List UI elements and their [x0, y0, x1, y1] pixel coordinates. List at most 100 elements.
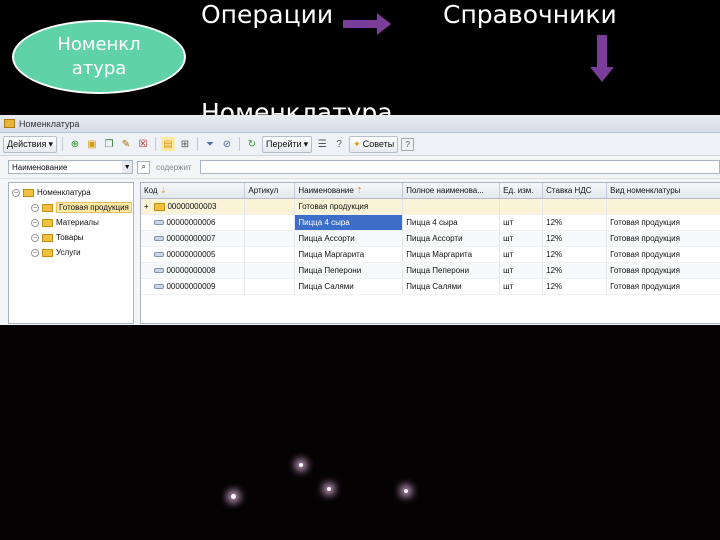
cell-kind: Готовая продукция: [606, 278, 720, 295]
tree-item-materials[interactable]: − Материалы: [31, 216, 99, 229]
cell-article: [244, 262, 296, 279]
table-row[interactable]: 00000000005 Пицца Маргарита Пицца Маргар…: [141, 246, 720, 263]
collapse-icon[interactable]: −: [12, 188, 20, 197]
refresh-icon[interactable]: ↻: [245, 137, 259, 151]
cell-name: Готовая продукция: [294, 198, 404, 215]
add-group-icon[interactable]: ▣: [85, 137, 99, 151]
column-header-kind[interactable]: Вид номенклатуры: [606, 183, 720, 199]
cell-full-name: Пицца Салями: [402, 278, 501, 295]
list-icon[interactable]: ☰: [315, 137, 329, 151]
tree-icon[interactable]: ⊞: [178, 137, 192, 151]
hierarchy-icon[interactable]: ▤: [160, 137, 175, 151]
cell-unit: шт: [499, 246, 544, 263]
goto-label: Перейти: [265, 139, 302, 149]
folder-icon: [42, 203, 53, 212]
table-row[interactable]: 00000000006 Пицца 4 сыра Пицца 4 сыра шт…: [141, 214, 720, 231]
search-icon[interactable]: ⌕: [137, 160, 151, 174]
cell-article: [244, 278, 296, 295]
nomenclature-badge: Номенкл атура: [12, 20, 186, 94]
actions-label: Действия: [7, 139, 47, 149]
tree-item-finished-products[interactable]: − Готовая продукция: [31, 201, 132, 214]
search-bar: Наименование ▼ ⌕ содержит: [0, 156, 720, 179]
chevron-down-icon: ▼: [122, 161, 133, 173]
cell-code: 00000000008: [166, 266, 216, 275]
search-field-value: Наименование: [12, 162, 68, 172]
help-icon[interactable]: ?: [332, 137, 346, 151]
folder-icon: [154, 202, 166, 211]
tree-item-goods[interactable]: − Товары: [31, 231, 84, 244]
table-row[interactable]: 00000000009 Пицца Салями Пицца Салями шт…: [141, 278, 720, 295]
cell-name: Пицца Маргарита: [294, 246, 404, 263]
search-field-select[interactable]: Наименование ▼: [8, 160, 134, 174]
folder-icon: [42, 248, 53, 257]
cell-unit: шт: [499, 262, 544, 279]
tips-button[interactable]: ✦ Советы: [349, 135, 399, 153]
sparkle-dot: [299, 463, 303, 467]
cell-full-name: Пицца Ассорти: [402, 230, 501, 247]
table-row[interactable]: 00000000007 Пицца Ассорти Пицца Ассорти …: [141, 230, 720, 247]
cell-code: 00000000007: [166, 234, 216, 243]
tree-item-services[interactable]: − Услуги: [31, 246, 81, 259]
cell-full-name: Пицца Маргарита: [402, 246, 501, 263]
column-header-name[interactable]: Наименование ⇡: [294, 183, 404, 199]
sparkle-dot: [231, 494, 236, 499]
item-icon: [154, 252, 165, 257]
menu-path-directories: Справочники: [443, 0, 617, 29]
collapse-icon[interactable]: −: [31, 233, 39, 242]
cell-kind: Готовая продукция: [606, 214, 720, 231]
cell-name: Пицца Ассорти: [294, 230, 404, 247]
cell-code: 00000000009: [166, 282, 216, 291]
folder-icon: [23, 188, 34, 197]
table-row-group[interactable]: + 00000000003 Готовая продукция: [141, 198, 720, 215]
actions-menu-button[interactable]: Действия ▾: [3, 135, 57, 153]
cell-unit: шт: [499, 278, 544, 295]
cell-article: [244, 230, 296, 247]
sort-icon: ⇡: [356, 186, 363, 195]
cell-kind: Готовая продукция: [606, 230, 720, 247]
sort-icon: ⇣: [159, 186, 167, 195]
cell-article: [244, 246, 296, 263]
filter-off-icon[interactable]: ⊘: [220, 137, 234, 151]
column-header-full-name[interactable]: Полное наименова...: [402, 183, 501, 199]
tree-item-root[interactable]: − Номенклатура: [12, 186, 91, 199]
group-tree: − Номенклатура − Готовая продукция − Мат…: [8, 182, 134, 324]
toolbar-separator: [238, 137, 240, 151]
cell-name: Пицца Салями: [294, 278, 404, 295]
edit-icon[interactable]: ✎: [119, 137, 133, 151]
goto-menu-button[interactable]: Перейти ▾: [261, 135, 313, 153]
column-header-unit[interactable]: Ед. изм.: [499, 183, 544, 199]
window-icon: [4, 119, 15, 128]
tree-item-label: Услуги: [56, 248, 81, 257]
column-header-article[interactable]: Артикул: [244, 183, 296, 199]
cell-vat: 12%: [542, 278, 608, 295]
cell-vat: 12%: [542, 262, 608, 279]
collapse-icon[interactable]: −: [31, 203, 39, 212]
tree-item-label: Товары: [56, 233, 84, 242]
items-table: Код ⇣ Артикул Наименование ⇡ Полное наим…: [140, 182, 720, 324]
column-header-vat[interactable]: Ставка НДС: [542, 183, 608, 199]
cell-unit: шт: [499, 214, 544, 231]
collapse-icon[interactable]: −: [31, 248, 39, 257]
folder-icon: [42, 233, 53, 242]
toolbar-separator: [196, 137, 198, 151]
search-input[interactable]: [199, 160, 720, 174]
item-icon: [154, 236, 165, 241]
table-header-row: Код ⇣ Артикул Наименование ⇡ Полное наим…: [141, 183, 720, 199]
column-header-code[interactable]: Код ⇣: [141, 183, 246, 199]
cell-vat: 12%: [542, 230, 608, 247]
cell-vat: 12%: [542, 246, 608, 263]
filter-icon[interactable]: ⏷: [203, 137, 217, 151]
add-icon[interactable]: ⊕: [68, 137, 82, 151]
background-glow: [0, 325, 720, 540]
cell-full-name: Пицца 4 сыра: [402, 214, 501, 231]
delete-icon[interactable]: ☒: [136, 137, 150, 151]
item-icon: [154, 268, 165, 273]
expand-icon: +: [144, 202, 149, 211]
cell-name[interactable]: Пицца 4 сыра: [294, 214, 404, 231]
collapse-icon[interactable]: −: [31, 218, 39, 227]
chevron-down-icon: ▾: [48, 138, 53, 149]
cell-article: [244, 198, 296, 215]
help-icon[interactable]: ?: [401, 137, 415, 151]
table-row[interactable]: 00000000008 Пицца Пеперони Пицца Пеперон…: [141, 262, 720, 279]
copy-icon[interactable]: ❐: [102, 137, 116, 151]
